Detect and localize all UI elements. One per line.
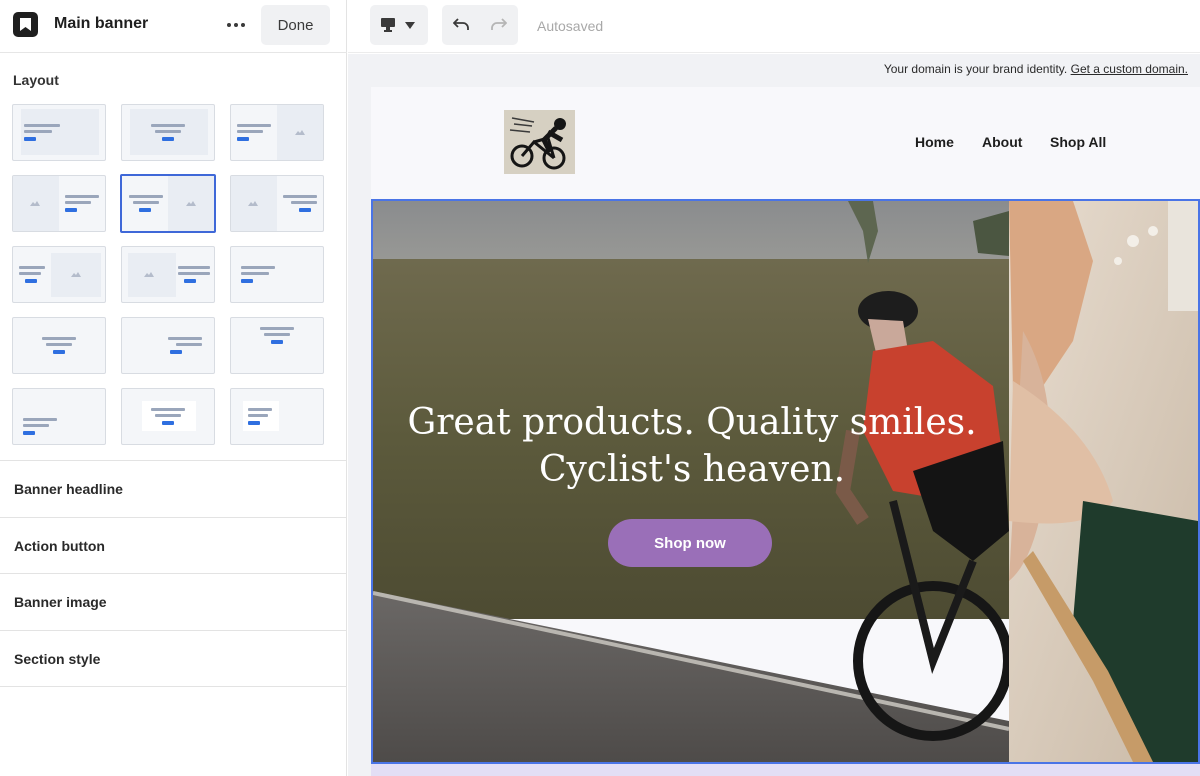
settings-panel: Main banner Done Layout (0, 0, 347, 776)
nav-shop-all[interactable]: Shop All (1050, 134, 1106, 150)
layout-label: Layout (13, 72, 59, 88)
layout-option[interactable] (12, 104, 106, 161)
domain-notice-text: Your domain is your brand identity. (884, 62, 1067, 76)
site-header: Home About Shop All (371, 87, 1200, 199)
layout-options-grid (12, 104, 324, 446)
section-label: Action button (14, 538, 105, 554)
layout-option[interactable] (121, 246, 215, 303)
section-action-button[interactable]: Action button (0, 517, 347, 574)
site-preview: Home About Shop All (371, 87, 1200, 776)
site-logo[interactable] (504, 110, 575, 174)
layout-option[interactable] (121, 104, 215, 161)
nav-home[interactable]: Home (915, 134, 954, 150)
editor-canvas: Your domain is your brand identity. Get … (348, 54, 1200, 776)
image-placeholder-icon (144, 271, 154, 277)
layout-option[interactable] (12, 175, 106, 232)
image-placeholder-icon (295, 129, 305, 135)
banner-headline[interactable]: Great products. Quality smiles. Cyclist'… (373, 399, 1011, 493)
layout-option-selected[interactable] (120, 174, 216, 233)
section-label: Section style (14, 651, 100, 667)
layout-option[interactable] (230, 104, 324, 161)
desktop-icon (381, 18, 395, 32)
next-section-preview (371, 764, 1200, 776)
domain-notice: Your domain is your brand identity. Get … (884, 62, 1188, 76)
chevron-down-icon (405, 22, 415, 29)
section-banner-image[interactable]: Banner image (0, 573, 347, 630)
done-button[interactable]: Done (261, 5, 330, 45)
panel-header: Main banner Done (0, 0, 347, 53)
main-banner[interactable]: Great products. Quality smiles. Cyclist'… (371, 199, 1200, 764)
panel-title: Main banner (54, 15, 148, 33)
layout-option[interactable] (12, 317, 106, 374)
headline-line-1: Great products. Quality smiles. (407, 402, 976, 443)
autosave-status: Autosaved (537, 18, 603, 34)
custom-domain-link[interactable]: Get a custom domain. (1071, 62, 1188, 76)
redo-button[interactable] (480, 5, 518, 45)
headline-line-2: Cyclist's heaven. (539, 449, 845, 490)
layout-option[interactable] (12, 246, 106, 303)
section-banner-headline[interactable]: Banner headline (0, 460, 347, 517)
layout-option[interactable] (12, 388, 106, 445)
section-section-style[interactable]: Section style (0, 630, 347, 687)
layout-option[interactable] (230, 175, 324, 232)
undo-button[interactable] (442, 5, 480, 45)
device-preview-button[interactable] (370, 5, 428, 45)
more-options-icon[interactable] (222, 12, 250, 38)
image-placeholder-icon (186, 200, 196, 206)
image-placeholder-icon (30, 200, 40, 206)
redo-icon (491, 18, 507, 31)
shop-now-button[interactable]: Shop now (608, 519, 772, 567)
image-placeholder-icon (248, 200, 258, 206)
layout-option[interactable] (230, 317, 324, 374)
layout-option[interactable] (121, 317, 215, 374)
nav-about[interactable]: About (982, 134, 1022, 150)
section-label: Banner headline (14, 481, 123, 497)
bookmark-icon (13, 12, 38, 37)
layout-option[interactable] (230, 388, 324, 445)
section-label: Banner image (14, 594, 107, 610)
layout-option[interactable] (230, 246, 324, 303)
editor-toolbar: Autosaved (348, 0, 1200, 53)
undo-icon (453, 18, 469, 31)
image-placeholder-icon (71, 271, 81, 277)
layout-option[interactable] (121, 388, 215, 445)
